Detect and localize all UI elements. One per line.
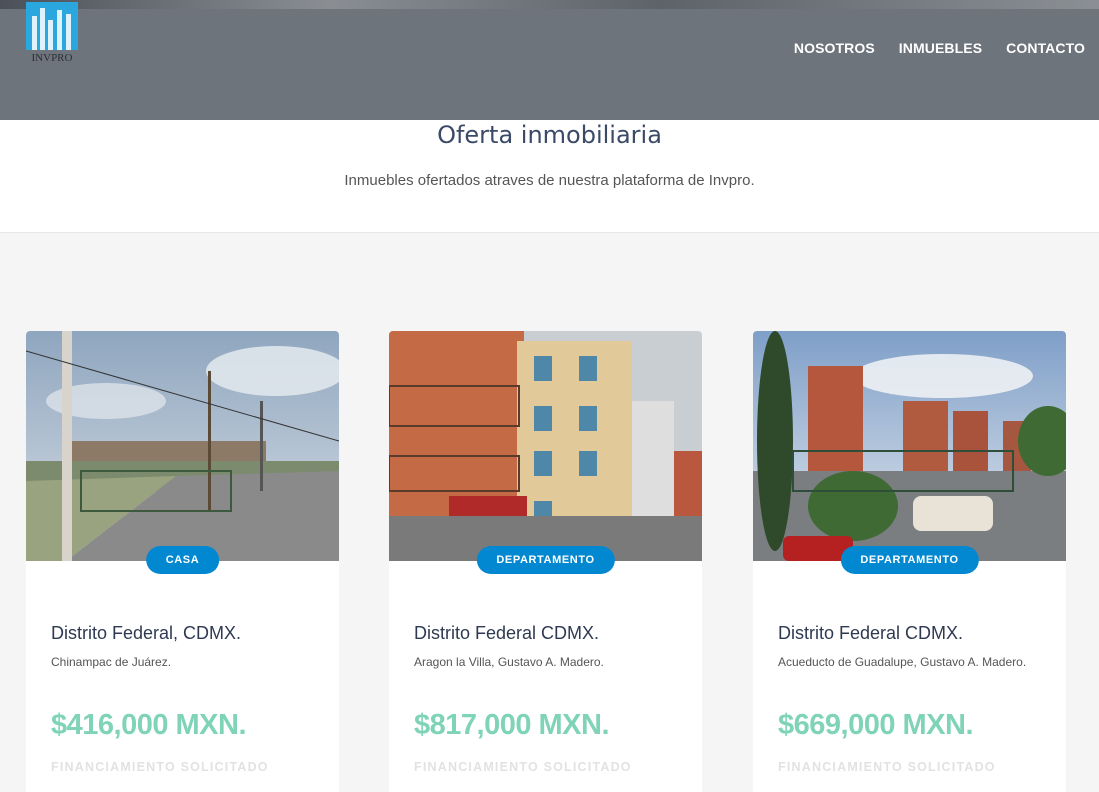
listing-price: $817,000 MXN. — [414, 709, 610, 741]
nav-nosotros[interactable]: NOSOTROS — [794, 40, 875, 56]
listing-card[interactable]: DEPARTAMENTO Distrito Federal CDMX. Arag… — [389, 331, 702, 792]
listing-title[interactable]: Distrito Federal CDMX. — [414, 623, 599, 644]
invpro-logo[interactable]: INVPRO — [24, 2, 80, 64]
page-title: Oferta inmobiliaria — [437, 121, 662, 149]
listing-location: Aragon la Villa, Gustavo A. Madero. — [414, 655, 604, 669]
logo-wordmark: INVPRO — [32, 52, 73, 64]
listing-card[interactable]: CASA Distrito Federal, CDMX. Chinampac d… — [26, 331, 339, 792]
listing-price: $669,000 MXN. — [778, 709, 974, 741]
site-header: INVPRO NOSOTROS INMUEBLES CONTACTO — [0, 0, 1099, 120]
financing-status: FINANCIAMIENTO SOLICITADO — [414, 760, 632, 774]
header-banner-strip — [0, 0, 1099, 9]
main-nav: NOSOTROS INMUEBLES CONTACTO — [794, 40, 1085, 56]
listing-photo[interactable] — [389, 331, 702, 561]
listing-location: Acueducto de Guadalupe, Gustavo A. Mader… — [778, 655, 1027, 669]
listing-title[interactable]: Distrito Federal CDMX. — [778, 623, 963, 644]
listing-card[interactable]: DEPARTAMENTO Distrito Federal CDMX. Acue… — [753, 331, 1066, 792]
nav-inmuebles[interactable]: INMUEBLES — [899, 40, 982, 56]
property-type-badge: DEPARTAMENTO — [840, 546, 979, 574]
financing-status: FINANCIAMIENTO SOLICITADO — [51, 760, 269, 774]
listing-title[interactable]: Distrito Federal, CDMX. — [51, 623, 241, 644]
financing-status: FINANCIAMIENTO SOLICITADO — [778, 760, 996, 774]
property-type-badge: DEPARTAMENTO — [476, 546, 615, 574]
listing-photo[interactable] — [26, 331, 339, 561]
page-subtitle: Inmuebles ofertados atraves de nuestra p… — [344, 172, 755, 189]
listing-price: $416,000 MXN. — [51, 709, 247, 741]
listing-location: Chinampac de Juárez. — [51, 655, 172, 669]
listing-photo[interactable] — [753, 331, 1066, 561]
nav-contacto[interactable]: CONTACTO — [1006, 40, 1085, 56]
property-type-badge: CASA — [145, 546, 220, 574]
intro-section: Oferta inmobiliaria Inmuebles ofertados … — [0, 120, 1099, 233]
